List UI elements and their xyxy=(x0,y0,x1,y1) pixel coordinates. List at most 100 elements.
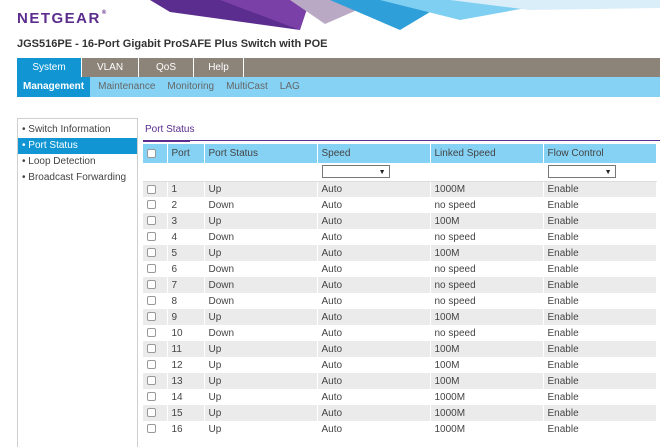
row-checkbox[interactable] xyxy=(147,248,156,258)
row-checkbox[interactable] xyxy=(147,344,156,354)
row-checkbox[interactable] xyxy=(147,360,156,370)
sidebar-item-switch-information[interactable]: • Switch Information xyxy=(18,122,137,138)
table-row[interactable]: 3 Up Auto 100M Enable xyxy=(143,213,657,229)
row-select-cell xyxy=(143,389,168,405)
flow-control-cell: Enable xyxy=(543,405,657,421)
row-checkbox[interactable] xyxy=(147,424,156,434)
logo-registered-mark: ® xyxy=(101,10,107,16)
linked-speed-cell: 100M xyxy=(430,309,544,325)
sub-tab-lag[interactable]: LAG xyxy=(274,77,306,97)
sub-tab-management[interactable]: Management xyxy=(17,77,91,97)
port-cell: 6 xyxy=(167,261,205,277)
port-cell: 5 xyxy=(167,245,205,261)
speed-select[interactable]: ▼ xyxy=(321,165,390,179)
table-row[interactable]: 1 Up Auto 1000M Enable xyxy=(143,181,657,197)
table-row[interactable]: 8 Down Auto no speed Enable xyxy=(143,293,657,309)
flow-control-cell: Enable xyxy=(543,357,657,373)
port-cell: 8 xyxy=(167,293,205,309)
port-cell: 9 xyxy=(167,309,205,325)
row-checkbox[interactable] xyxy=(147,216,156,226)
linked-speed-cell: no speed xyxy=(430,229,544,245)
port-status-cell: Down xyxy=(204,325,318,341)
speed-cell: Auto xyxy=(317,213,431,229)
speed-cell: Auto xyxy=(317,389,431,405)
table-row[interactable]: 11 Up Auto 100M Enable xyxy=(143,341,657,357)
main-tab-help[interactable]: Help xyxy=(194,58,244,77)
main-tab-vlan[interactable]: VLAN xyxy=(82,58,139,77)
flow-control-cell: Enable xyxy=(543,197,657,213)
row-checkbox[interactable] xyxy=(147,280,156,290)
product-title: JGS516PE - 16-Port Gigabit ProSAFE Plus … xyxy=(17,38,328,50)
sidebar-item-label: Loop Detection xyxy=(28,156,96,167)
port-cell: 16 xyxy=(167,421,205,437)
header-banner-graphic xyxy=(150,0,660,30)
row-checkbox[interactable] xyxy=(147,312,156,322)
table-row[interactable]: 7 Down Auto no speed Enable xyxy=(143,277,657,293)
linked-speed-cell: 100M xyxy=(430,341,544,357)
sub-tab-multicast[interactable]: MultiCast xyxy=(220,77,274,97)
table-row[interactable]: 13 Up Auto 100M Enable xyxy=(143,373,657,389)
sidebar-item-label: Broadcast Forwarding xyxy=(28,172,127,183)
table-row[interactable]: 12 Up Auto 100M Enable xyxy=(143,357,657,373)
row-select-cell xyxy=(143,245,168,261)
flow-control-cell: Enable xyxy=(543,245,657,261)
port-cell: 4 xyxy=(167,229,205,245)
linked-speed-cell: no speed xyxy=(430,325,544,341)
linked-speed-cell: 100M xyxy=(430,245,544,261)
select-all-checkbox[interactable] xyxy=(147,148,156,158)
speed-cell: Auto xyxy=(317,421,431,437)
table-row[interactable]: 2 Down Auto no speed Enable xyxy=(143,197,657,213)
table-row[interactable]: 4 Down Auto no speed Enable xyxy=(143,229,657,245)
row-checkbox[interactable] xyxy=(147,376,156,386)
speed-cell: Auto xyxy=(317,293,431,309)
sub-tab-monitoring[interactable]: Monitoring xyxy=(161,77,220,97)
column-header-port-status: Port Status xyxy=(204,144,318,163)
sidebar-item-broadcast-forwarding[interactable]: • Broadcast Forwarding xyxy=(18,170,137,186)
row-checkbox[interactable] xyxy=(147,408,156,418)
port-status-cell: Up xyxy=(204,309,318,325)
table-row[interactable]: 6 Down Auto no speed Enable xyxy=(143,261,657,277)
port-status-cell: Down xyxy=(204,197,318,213)
row-checkbox[interactable] xyxy=(147,264,156,274)
row-checkbox[interactable] xyxy=(147,392,156,402)
table-row[interactable]: 15 Up Auto 1000M Enable xyxy=(143,405,657,421)
flow-control-cell: Enable xyxy=(543,261,657,277)
port-cell: 12 xyxy=(167,357,205,373)
port-status-cell: Down xyxy=(204,277,318,293)
header: NETGEAR® JGS516PE - 16-Port Gigabit ProS… xyxy=(0,0,660,58)
linked-speed-cell: 100M xyxy=(430,213,544,229)
sidebar-item-loop-detection[interactable]: • Loop Detection xyxy=(18,154,137,170)
row-checkbox[interactable] xyxy=(147,296,156,306)
table-row[interactable]: 5 Up Auto 100M Enable xyxy=(143,245,657,261)
flow-control-cell: Enable xyxy=(543,325,657,341)
sub-tab-maintenance[interactable]: Maintenance xyxy=(92,77,161,97)
flow-control-cell: Enable xyxy=(543,229,657,245)
table-row[interactable]: 9 Up Auto 100M Enable xyxy=(143,309,657,325)
content-title: Port Status xyxy=(145,124,195,135)
row-checkbox[interactable] xyxy=(147,200,156,210)
table-row[interactable]: 14 Up Auto 1000M Enable xyxy=(143,389,657,405)
linked-speed-cell: no speed xyxy=(430,293,544,309)
flow-control-cell: Enable xyxy=(543,309,657,325)
table-header-row: Port Port Status Speed Linked Speed Flow… xyxy=(143,144,657,163)
speed-cell: Auto xyxy=(317,325,431,341)
column-header-port: Port xyxy=(167,144,205,163)
row-checkbox[interactable] xyxy=(147,328,156,338)
speed-cell: Auto xyxy=(317,261,431,277)
table-row[interactable]: 16 Up Auto 1000M Enable xyxy=(143,421,657,437)
flow-control-cell: Enable xyxy=(543,213,657,229)
sidebar-item-port-status[interactable]: • Port Status xyxy=(18,138,137,154)
sidebar-item-label: Port Status xyxy=(28,140,78,151)
table-row[interactable]: 10 Down Auto no speed Enable xyxy=(143,325,657,341)
linked-speed-cell: 1000M xyxy=(430,421,544,437)
flow-control-select[interactable]: ▼ xyxy=(547,165,616,179)
flow-control-cell: Enable xyxy=(543,293,657,309)
row-checkbox[interactable] xyxy=(147,232,156,242)
port-status-cell: Up xyxy=(204,213,318,229)
row-select-cell xyxy=(143,261,168,277)
main-tab-qos[interactable]: QoS xyxy=(139,58,194,77)
row-checkbox[interactable] xyxy=(147,184,156,194)
main-tab-system[interactable]: System xyxy=(17,58,82,77)
port-status-cell: Up xyxy=(204,245,318,261)
port-status-cell: Down xyxy=(204,293,318,309)
